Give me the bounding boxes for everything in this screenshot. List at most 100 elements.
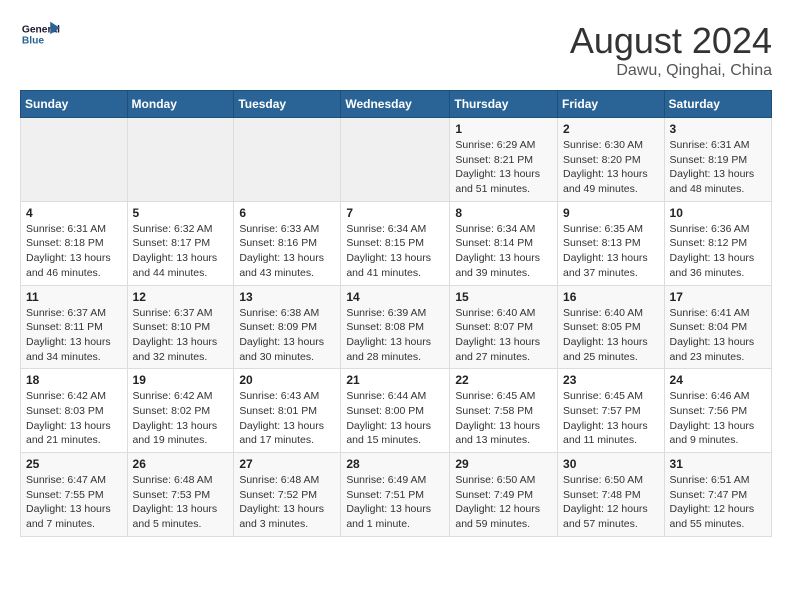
weekday-header-monday: Monday: [127, 91, 234, 118]
calendar-cell: 23Sunrise: 6:45 AMSunset: 7:57 PMDayligh…: [558, 369, 665, 453]
calendar-cell: 24 Sunrise: 6:46 AMSunset: 7:56 PMDayligh…: [664, 369, 771, 453]
day-number: 16: [563, 290, 659, 304]
calendar-week-5: 25 Sunrise: 6:47 AMSunset: 7:55 PMDayligh…: [21, 453, 772, 537]
weekday-header-thursday: Thursday: [450, 91, 558, 118]
day-number: 31: [670, 457, 766, 471]
day-info: Sunrise: 6:34 AMSunset: 8:15 PMDaylight:…: [346, 222, 444, 281]
calendar-week-2: 4 Sunrise: 6:31 AMSunset: 8:18 PMDaylight…: [21, 201, 772, 285]
calendar-week-4: 18 Sunrise: 6:42 AMSunset: 8:03 PMDayligh…: [21, 369, 772, 453]
calendar-cell: 31 Sunrise: 6:51 AMSunset: 7:47 PMDayligh…: [664, 453, 771, 537]
day-number: 24: [670, 373, 766, 387]
calendar-cell: 8 Sunrise: 6:34 AMSunset: 8:14 PMDaylight…: [450, 201, 558, 285]
svg-text:Blue: Blue: [22, 36, 45, 47]
day-info: Sunrise: 6:31 AMSunset: 8:19 PMDaylight:…: [670, 138, 766, 197]
day-info: Sunrise: 6:34 AMSunset: 8:14 PMDaylight:…: [455, 222, 552, 281]
calendar-cell: 7 Sunrise: 6:34 AMSunset: 8:15 PMDaylight…: [341, 201, 450, 285]
calendar-cell: 30 Sunrise: 6:50 AMSunset: 7:48 PMDayligh…: [558, 453, 665, 537]
calendar-cell: 20 Sunrise: 6:43 AMSunset: 8:01 PMDayligh…: [234, 369, 341, 453]
day-info: Sunrise: 6:46 AMSunset: 7:56 PMDaylight:…: [670, 389, 766, 448]
calendar-cell: 5 Sunrise: 6:32 AMSunset: 8:17 PMDaylight…: [127, 201, 234, 285]
page-header: General Blue August 2024 Dawu, Qinghai, …: [20, 20, 772, 80]
day-number: 21: [346, 373, 444, 387]
day-number: 17: [670, 290, 766, 304]
weekday-header-sunday: Sunday: [21, 91, 128, 118]
day-info: Sunrise: 6:36 AMSunset: 8:12 PMDaylight:…: [670, 222, 766, 281]
day-number: 4: [26, 206, 122, 220]
day-info: Sunrise: 6:51 AMSunset: 7:47 PMDaylight:…: [670, 473, 766, 532]
day-number: 14: [346, 290, 444, 304]
day-info: Sunrise: 6:37 AMSunset: 8:10 PMDaylight:…: [133, 306, 229, 365]
calendar-cell: [21, 118, 128, 202]
calendar-cell: 14 Sunrise: 6:39 AMSunset: 8:08 PMDayligh…: [341, 285, 450, 369]
day-info: Sunrise: 6:41 AMSunset: 8:04 PMDaylight:…: [670, 306, 766, 365]
calendar-cell: 19 Sunrise: 6:42 AMSunset: 8:02 PMDayligh…: [127, 369, 234, 453]
logo: General Blue: [20, 20, 60, 50]
location: Dawu, Qinghai, China: [570, 62, 772, 80]
day-info: Sunrise: 6:43 AMSunset: 8:01 PMDaylight:…: [239, 389, 335, 448]
day-info: Sunrise: 6:50 AMSunset: 7:48 PMDaylight:…: [563, 473, 659, 532]
day-number: 25: [26, 457, 122, 471]
calendar-cell: 25 Sunrise: 6:47 AMSunset: 7:55 PMDayligh…: [21, 453, 128, 537]
calendar-cell: 10Sunrise: 6:36 AMSunset: 8:12 PMDayligh…: [664, 201, 771, 285]
weekday-header-wednesday: Wednesday: [341, 91, 450, 118]
calendar-table: SundayMondayTuesdayWednesdayThursdayFrid…: [20, 90, 772, 537]
calendar-cell: 12 Sunrise: 6:37 AMSunset: 8:10 PMDayligh…: [127, 285, 234, 369]
day-number: 28: [346, 457, 444, 471]
calendar-cell: 3 Sunrise: 6:31 AMSunset: 8:19 PMDaylight…: [664, 118, 771, 202]
day-number: 15: [455, 290, 552, 304]
day-number: 18: [26, 373, 122, 387]
day-number: 19: [133, 373, 229, 387]
day-info: Sunrise: 6:31 AMSunset: 8:18 PMDaylight:…: [26, 222, 122, 281]
day-info: Sunrise: 6:48 AMSunset: 7:53 PMDaylight:…: [133, 473, 229, 532]
calendar-cell: 2 Sunrise: 6:30 AMSunset: 8:20 PMDaylight…: [558, 118, 665, 202]
day-number: 8: [455, 206, 552, 220]
day-info: Sunrise: 6:33 AMSunset: 8:16 PMDaylight:…: [239, 222, 335, 281]
day-info: Sunrise: 6:32 AMSunset: 8:17 PMDaylight:…: [133, 222, 229, 281]
calendar-cell: 15 Sunrise: 6:40 AMSunset: 8:07 PMDayligh…: [450, 285, 558, 369]
logo-icon: General Blue: [20, 20, 60, 50]
day-number: 22: [455, 373, 552, 387]
weekday-header-friday: Friday: [558, 91, 665, 118]
day-number: 27: [239, 457, 335, 471]
day-number: 20: [239, 373, 335, 387]
day-number: 3: [670, 122, 766, 136]
calendar-cell: 9 Sunrise: 6:35 AMSunset: 8:13 PMDaylight…: [558, 201, 665, 285]
day-info: Sunrise: 6:49 AMSunset: 7:51 PMDaylight:…: [346, 473, 444, 532]
day-number: 1: [455, 122, 552, 136]
day-info: Sunrise: 6:38 AMSunset: 8:09 PMDaylight:…: [239, 306, 335, 365]
month-year: August 2024: [570, 20, 772, 62]
day-info: Sunrise: 6:39 AMSunset: 8:08 PMDaylight:…: [346, 306, 444, 365]
day-info: Sunrise: 6:35 AMSunset: 8:13 PMDaylight:…: [563, 222, 659, 281]
calendar-cell: [127, 118, 234, 202]
day-number: 2: [563, 122, 659, 136]
day-number: 7: [346, 206, 444, 220]
day-number: 12: [133, 290, 229, 304]
calendar-cell: [341, 118, 450, 202]
day-info: Sunrise: 6:40 AMSunset: 8:07 PMDaylight:…: [455, 306, 552, 365]
day-number: 5: [133, 206, 229, 220]
day-number: 30: [563, 457, 659, 471]
calendar-cell: 29 Sunrise: 6:50 AMSunset: 7:49 PMDayligh…: [450, 453, 558, 537]
calendar-cell: 18 Sunrise: 6:42 AMSunset: 8:03 PMDayligh…: [21, 369, 128, 453]
day-number: 9: [563, 206, 659, 220]
calendar-cell: 17 Sunrise: 6:41 AMSunset: 8:04 PMDayligh…: [664, 285, 771, 369]
calendar-cell: 1 Sunrise: 6:29 AMSunset: 8:21 PMDaylight…: [450, 118, 558, 202]
day-info: Sunrise: 6:40 AMSunset: 8:05 PMDaylight:…: [563, 306, 659, 365]
day-info: Sunrise: 6:44 AMSunset: 8:00 PMDaylight:…: [346, 389, 444, 448]
calendar-cell: 21 Sunrise: 6:44 AMSunset: 8:00 PMDayligh…: [341, 369, 450, 453]
day-info: Sunrise: 6:50 AMSunset: 7:49 PMDaylight:…: [455, 473, 552, 532]
day-number: 29: [455, 457, 552, 471]
day-info: Sunrise: 6:29 AMSunset: 8:21 PMDaylight:…: [455, 138, 552, 197]
calendar-cell: 13Sunrise: 6:38 AMSunset: 8:09 PMDayligh…: [234, 285, 341, 369]
calendar-cell: 4 Sunrise: 6:31 AMSunset: 8:18 PMDaylight…: [21, 201, 128, 285]
calendar-week-3: 11Sunrise: 6:37 AMSunset: 8:11 PMDayligh…: [21, 285, 772, 369]
day-number: 26: [133, 457, 229, 471]
weekday-header-saturday: Saturday: [664, 91, 771, 118]
day-info: Sunrise: 6:42 AMSunset: 8:02 PMDaylight:…: [133, 389, 229, 448]
calendar-cell: 28 Sunrise: 6:49 AMSunset: 7:51 PMDayligh…: [341, 453, 450, 537]
day-info: Sunrise: 6:42 AMSunset: 8:03 PMDaylight:…: [26, 389, 122, 448]
day-number: 6: [239, 206, 335, 220]
calendar-cell: 11Sunrise: 6:37 AMSunset: 8:11 PMDayligh…: [21, 285, 128, 369]
day-info: Sunrise: 6:30 AMSunset: 8:20 PMDaylight:…: [563, 138, 659, 197]
day-info: Sunrise: 6:47 AMSunset: 7:55 PMDaylight:…: [26, 473, 122, 532]
